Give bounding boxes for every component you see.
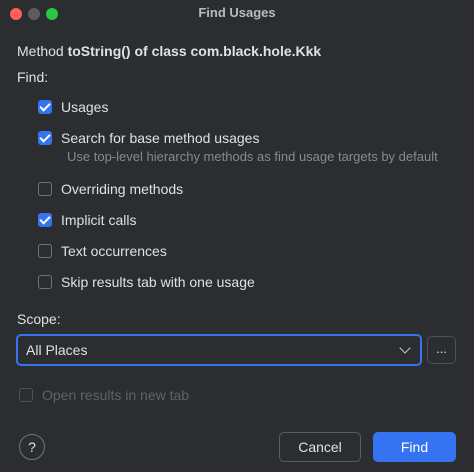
scope-select[interactable]: All Places bbox=[16, 334, 422, 366]
base-method-usages-option[interactable]: Search for base method usages bbox=[38, 129, 259, 147]
overriding-methods-label: Overriding methods bbox=[61, 181, 184, 197]
skip-results-tab-checkbox[interactable] bbox=[38, 275, 52, 289]
method-prefix: Method bbox=[17, 43, 64, 59]
text-occurrences-checkbox[interactable] bbox=[38, 244, 52, 258]
text-occurrences-label: Text occurrences bbox=[61, 243, 167, 259]
overriding-methods-checkbox[interactable] bbox=[38, 182, 52, 196]
usages-label: Usages bbox=[61, 99, 109, 115]
base-method-usages-label: Search for base method usages bbox=[61, 130, 260, 146]
text-occurrences-option[interactable]: Text occurrences bbox=[38, 242, 167, 260]
usages-checkbox[interactable] bbox=[38, 100, 52, 114]
implicit-calls-option[interactable]: Implicit calls bbox=[38, 211, 136, 229]
method-name: toString() of class com.black.hole.Kkk bbox=[67, 43, 322, 59]
method-description: Method toString() of class com.black.hol… bbox=[17, 43, 321, 59]
usages-option[interactable]: Usages bbox=[38, 98, 108, 116]
skip-results-tab-label: Skip results tab with one usage bbox=[61, 274, 255, 290]
help-button[interactable]: ? bbox=[19, 434, 45, 460]
scope-more-button[interactable]: ... bbox=[427, 336, 456, 364]
window-title: Find Usages bbox=[198, 5, 276, 20]
open-in-new-tab-checkbox bbox=[19, 388, 33, 402]
scope-selected-value: All Places bbox=[26, 342, 88, 358]
overriding-methods-option[interactable]: Overriding methods bbox=[38, 180, 183, 198]
base-method-usages-checkbox[interactable] bbox=[38, 131, 52, 145]
open-in-new-tab-option: Open results in new tab bbox=[19, 387, 189, 403]
implicit-calls-label: Implicit calls bbox=[61, 212, 137, 228]
title-bar: Find Usages bbox=[0, 0, 474, 28]
find-section-label: Find: bbox=[17, 69, 49, 85]
chevron-down-icon bbox=[399, 342, 411, 354]
cancel-button[interactable]: Cancel bbox=[279, 432, 361, 462]
open-in-new-tab-label: Open results in new tab bbox=[42, 387, 190, 403]
find-button[interactable]: Find bbox=[373, 432, 456, 462]
base-method-hint: Use top-level hierarchy methods as find … bbox=[67, 149, 438, 164]
scope-label: Scope: bbox=[17, 311, 61, 327]
skip-results-tab-option[interactable]: Skip results tab with one usage bbox=[38, 273, 255, 291]
find-usages-dialog: Find Usages Method toString() of class c… bbox=[0, 0, 474, 472]
implicit-calls-checkbox[interactable] bbox=[38, 213, 52, 227]
